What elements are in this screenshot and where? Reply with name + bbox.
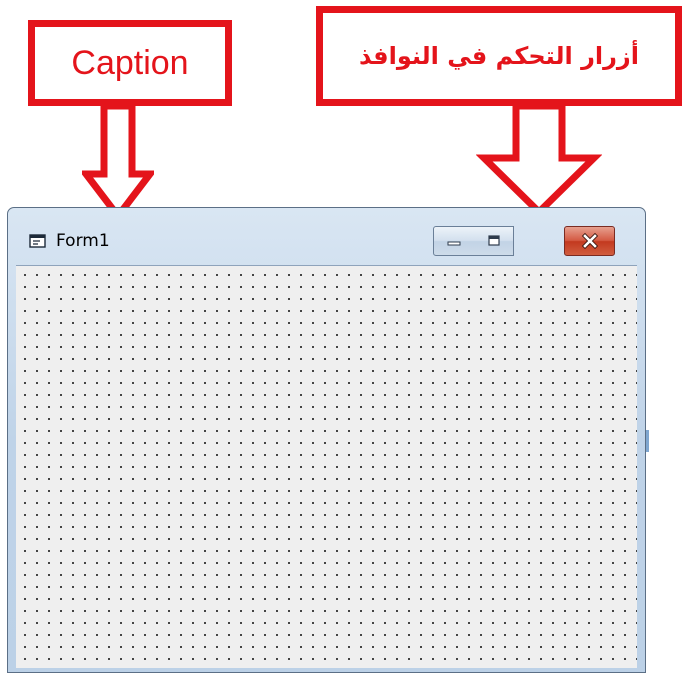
minimize-button[interactable] bbox=[433, 226, 475, 256]
form-design-grid[interactable] bbox=[16, 265, 637, 668]
caption-callout: Caption bbox=[28, 20, 232, 106]
control-buttons-callout: أزرار التحكم في النوافذ bbox=[316, 6, 682, 106]
maximize-button[interactable] bbox=[474, 226, 514, 256]
caption-callout-label: Caption bbox=[71, 43, 189, 82]
close-icon bbox=[581, 233, 598, 249]
maximize-icon bbox=[487, 235, 500, 246]
control-buttons-arrow bbox=[476, 104, 602, 217]
form-window[interactable]: Form1 bbox=[7, 207, 646, 673]
control-buttons-callout-label: أزرار التحكم في النوافذ bbox=[359, 42, 639, 70]
window-edge-marker bbox=[646, 430, 649, 452]
close-button[interactable] bbox=[564, 226, 615, 256]
caption-arrow bbox=[82, 104, 154, 220]
window-caption: Form1 bbox=[56, 231, 110, 251]
window-titlebar[interactable]: Form1 bbox=[8, 208, 645, 260]
screenshot-canvas: Caption أزرار التحكم في النوافذ Form1 bbox=[0, 0, 691, 684]
minimize-icon bbox=[447, 241, 461, 246]
form-window-icon[interactable] bbox=[28, 231, 48, 251]
